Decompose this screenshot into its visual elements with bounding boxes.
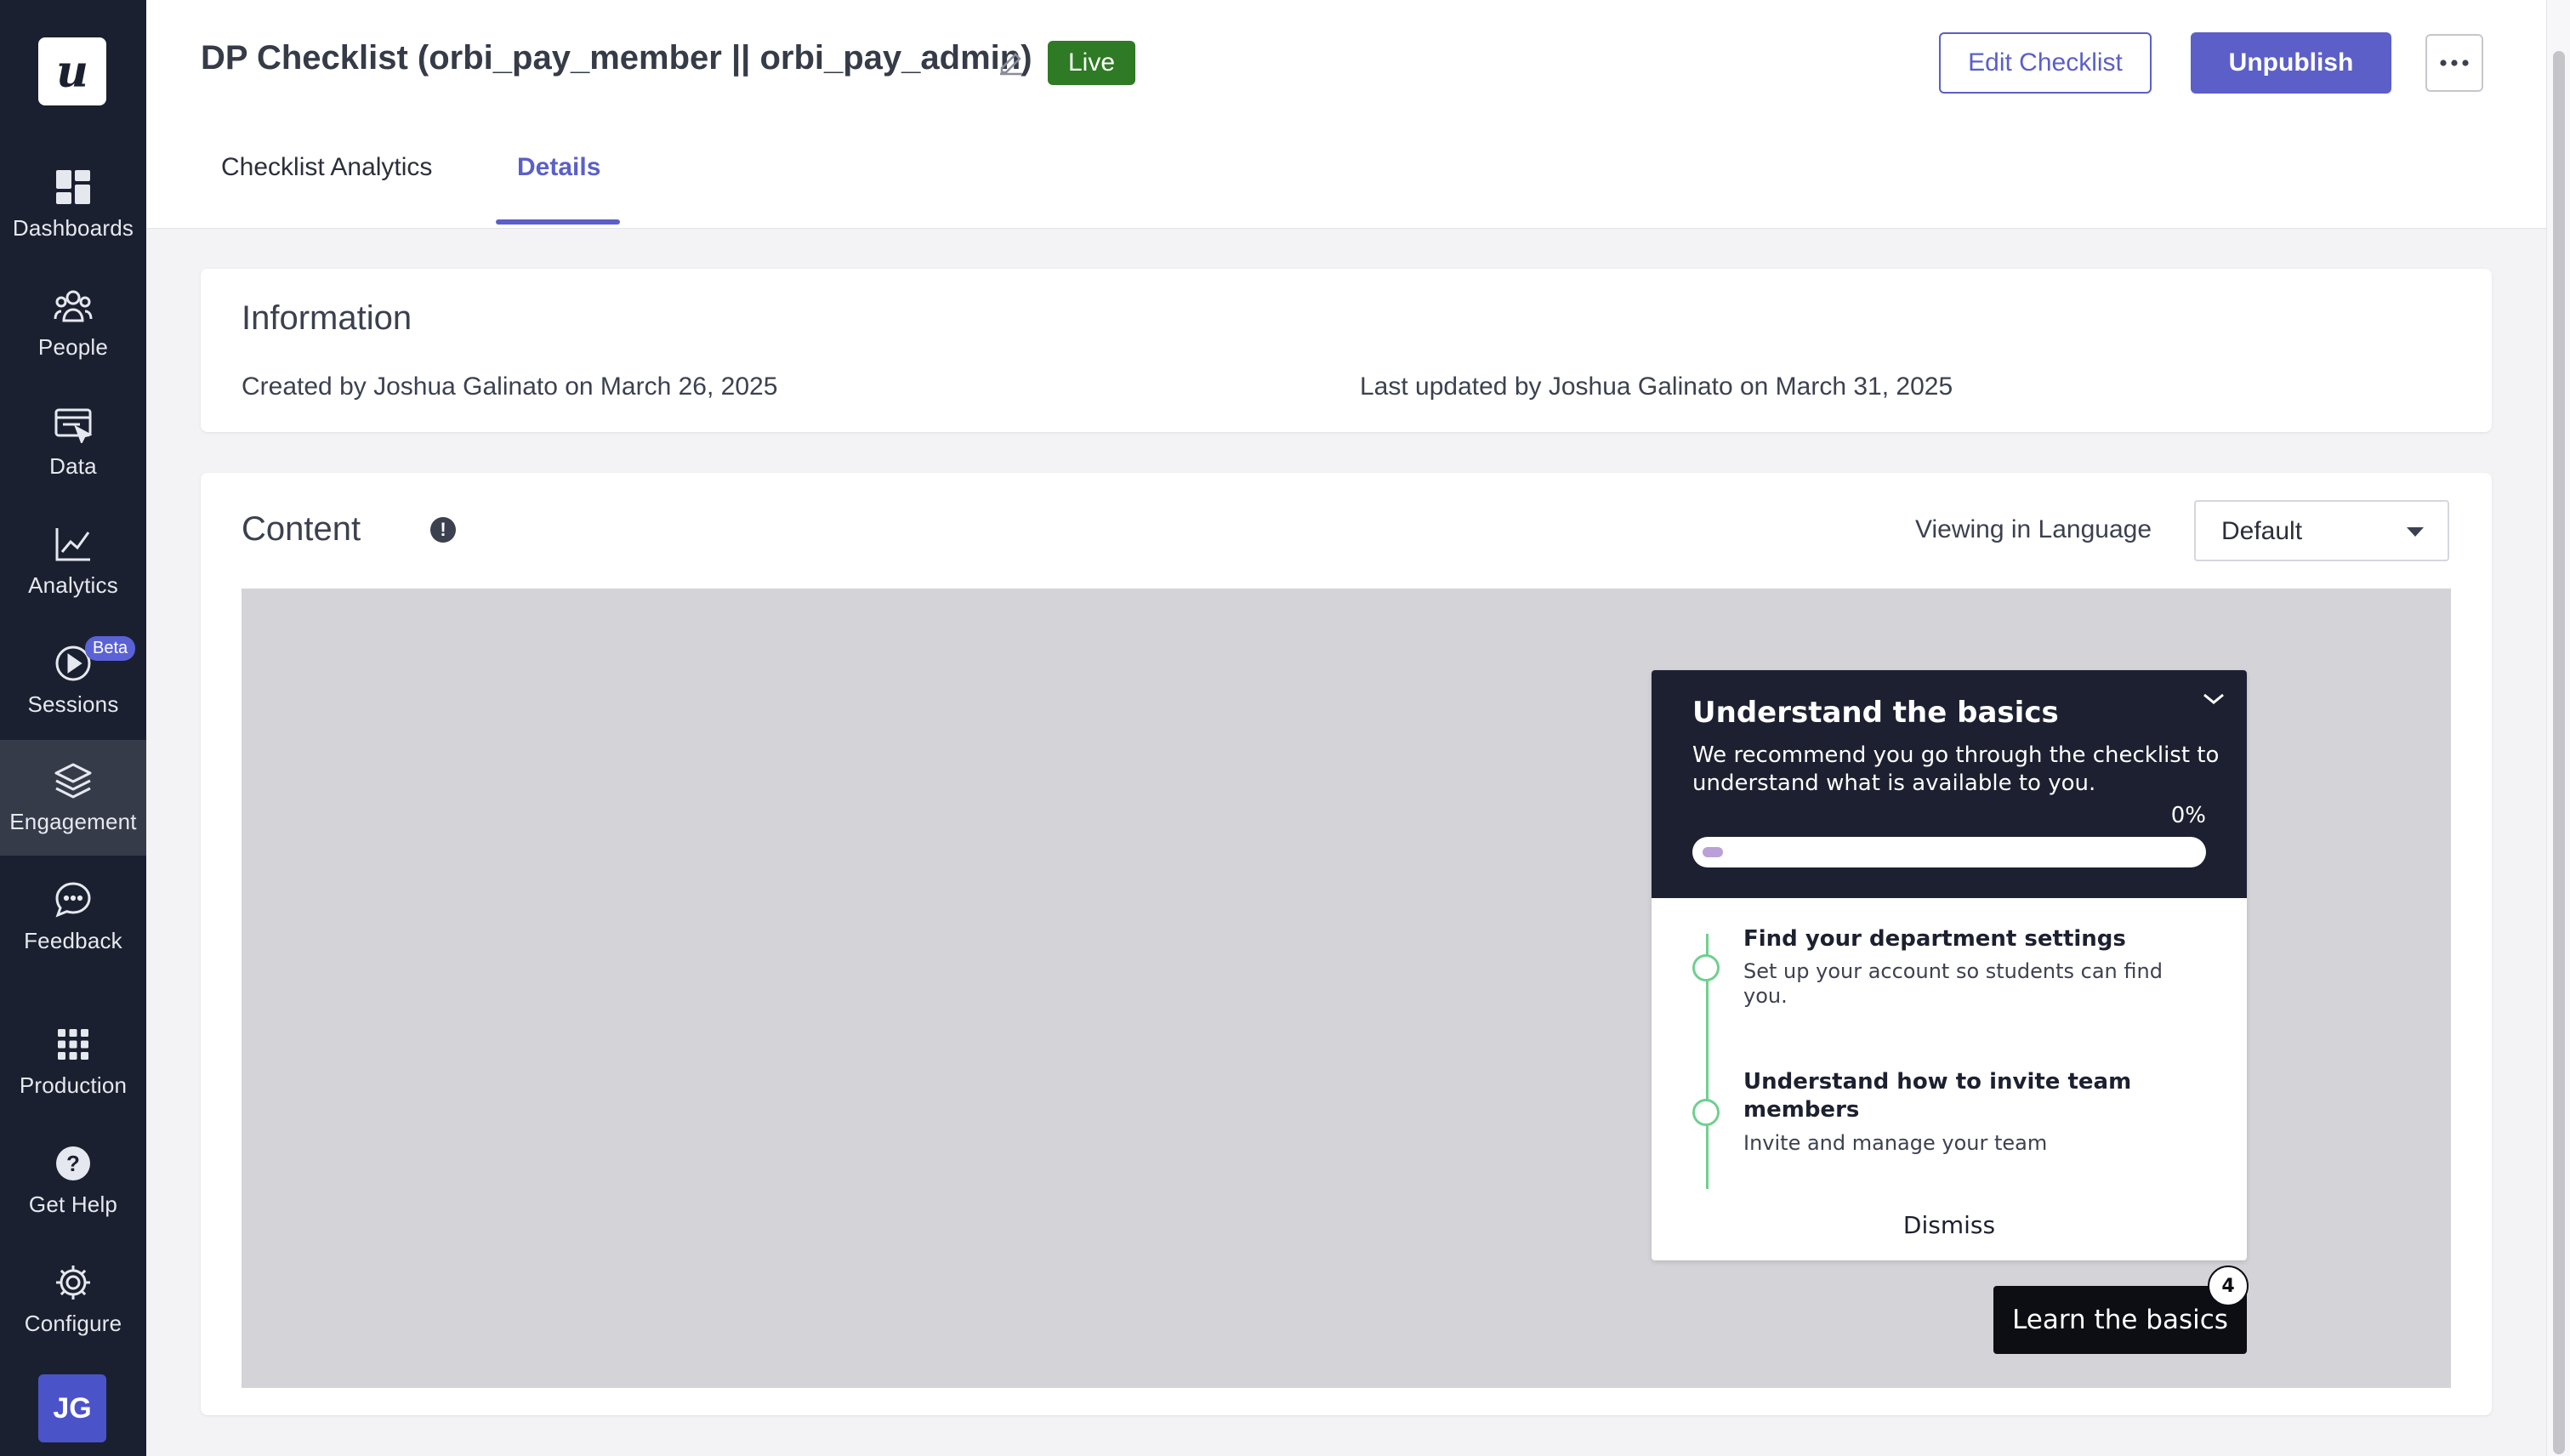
active-tab-indicator xyxy=(496,219,620,225)
sidebar-item-sessions[interactable]: Beta Sessions xyxy=(0,623,146,738)
progress-percent: 0% xyxy=(2170,803,2206,828)
checklist-title: Understand the basics xyxy=(1692,696,2059,730)
sidebar-item-configure[interactable]: Configure xyxy=(0,1242,146,1357)
language-select[interactable]: Default xyxy=(2194,500,2449,561)
production-icon xyxy=(54,1025,93,1064)
step-title[interactable]: Find your department settings xyxy=(1743,925,2186,953)
data-icon xyxy=(54,406,93,445)
sidebar-item-label: Configure xyxy=(24,1310,122,1336)
last-updated-text: Last updated by Joshua Galinato on March… xyxy=(1360,373,1953,401)
feedback-icon xyxy=(54,880,93,919)
caret-down-icon xyxy=(2407,527,2424,537)
sidebar-item-label: Production xyxy=(19,1072,128,1098)
step-status-circle[interactable] xyxy=(1692,954,1720,981)
content-title: Content xyxy=(242,510,361,548)
sidebar-item-analytics[interactable]: Analytics xyxy=(0,503,146,619)
launcher-count-badge: 4 xyxy=(2208,1265,2249,1306)
sidebar-item-production[interactable]: Production xyxy=(0,1004,146,1119)
sidebar-item-label: Get Help xyxy=(28,1191,118,1217)
checklist-description: We recommend you go through the checklis… xyxy=(1692,742,2220,796)
checklist-launcher-button[interactable]: Learn the basics xyxy=(1993,1286,2247,1354)
sidebar-item-label: Dashboards xyxy=(12,214,134,241)
chevron-down-icon[interactable] xyxy=(2199,687,2228,709)
page-header: DP Checklist (orbi_pay_member || orbi_pa… xyxy=(146,0,2546,229)
step-description: Invite and manage your team xyxy=(1743,1131,2048,1155)
more-options-button[interactable] xyxy=(2425,34,2483,92)
people-icon xyxy=(54,287,93,326)
step-description: Set up your account so students can find… xyxy=(1743,959,2163,1008)
checklist-widget-header: Understand the basics We recommend you g… xyxy=(1652,670,2247,898)
unpublish-button[interactable]: Unpublish xyxy=(2191,32,2391,94)
information-card: Information Created by Joshua Galinato o… xyxy=(201,269,2492,432)
progress-bar xyxy=(1692,837,2206,867)
sidebar-item-label: Engagement xyxy=(9,808,137,834)
dashboards-icon xyxy=(54,168,93,207)
sidebar-item-label: People xyxy=(37,333,109,360)
tab-checklist-analytics[interactable]: Checklist Analytics xyxy=(221,153,432,182)
info-icon[interactable]: ! xyxy=(430,517,456,543)
checklist-widget: Understand the basics We recommend you g… xyxy=(1652,670,2247,1260)
sidebar-item-dashboards[interactable]: Dashboards xyxy=(0,146,146,262)
step-title[interactable]: Understand how to invite team members xyxy=(1743,1068,2186,1124)
sidebar-item-data[interactable]: Data xyxy=(0,384,146,500)
sidebar: u Dashboards People Data Analytics Beta … xyxy=(0,0,146,1456)
sidebar-item-feedback[interactable]: Feedback xyxy=(0,859,146,975)
tab-details[interactable]: Details xyxy=(517,153,600,182)
engagement-icon xyxy=(54,761,93,800)
scrollbar-thumb[interactable] xyxy=(2553,51,2565,1454)
svg-text:?: ? xyxy=(66,1151,80,1176)
step-status-circle[interactable] xyxy=(1692,1099,1720,1126)
language-select-value: Default xyxy=(2221,517,2303,545)
avatar[interactable]: JG xyxy=(38,1374,106,1442)
status-badge: Live xyxy=(1048,41,1136,85)
help-icon: ? xyxy=(54,1144,93,1183)
progress-bar-fill xyxy=(1703,847,1723,857)
sidebar-item-label: Data xyxy=(49,452,97,479)
sidebar-item-get-help[interactable]: ? Get Help xyxy=(0,1123,146,1238)
sidebar-item-people[interactable]: People xyxy=(0,265,146,381)
pencil-icon[interactable] xyxy=(997,48,1026,77)
edit-checklist-button[interactable]: Edit Checklist xyxy=(1939,32,2152,94)
sidebar-item-engagement[interactable]: Engagement xyxy=(0,740,146,856)
sidebar-item-label: Sessions xyxy=(27,691,119,717)
sidebar-item-label: Analytics xyxy=(28,572,118,598)
created-by-text: Created by Joshua Galinato on March 26, … xyxy=(242,373,778,401)
ellipsis-icon xyxy=(2440,55,2469,71)
dismiss-button[interactable]: Dismiss xyxy=(1652,1211,2247,1239)
sidebar-item-label: Feedback xyxy=(24,927,122,953)
app-logo[interactable]: u xyxy=(38,37,106,105)
configure-icon xyxy=(54,1263,93,1302)
analytics-icon xyxy=(54,525,93,564)
language-label: Viewing in Language xyxy=(1915,515,2152,543)
information-title: Information xyxy=(242,299,412,337)
page-title: DP Checklist (orbi_pay_member || orbi_pa… xyxy=(201,39,1032,77)
beta-badge: Beta xyxy=(85,636,136,661)
